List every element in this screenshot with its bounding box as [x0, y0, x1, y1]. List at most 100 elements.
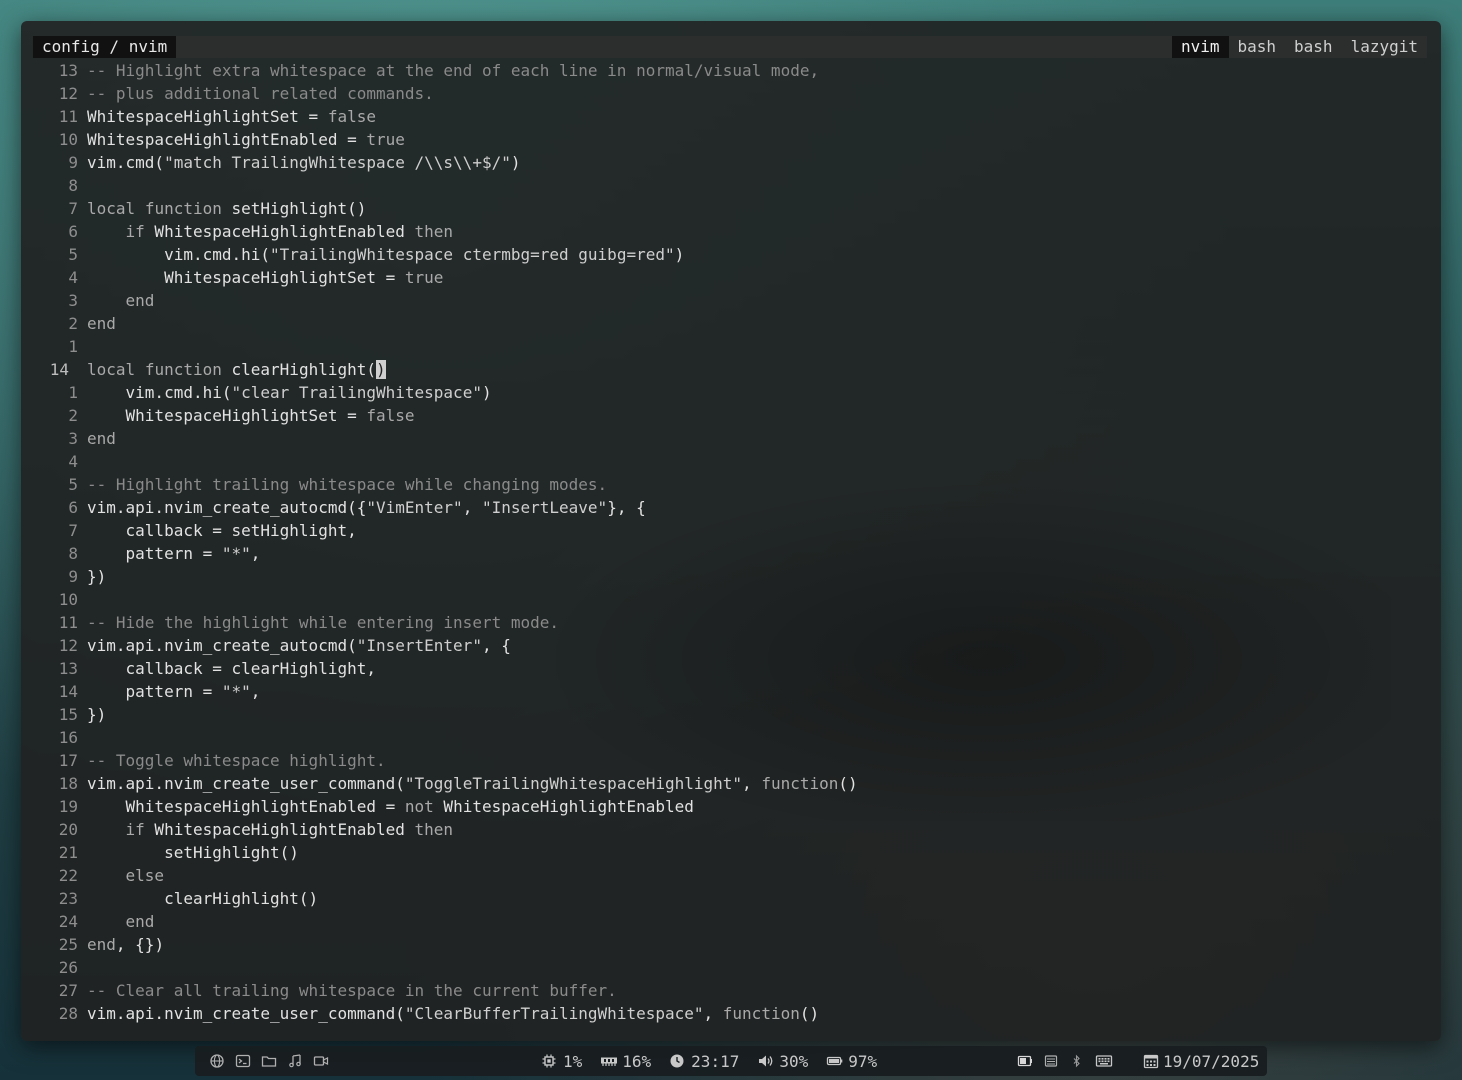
code-line[interactable]: 7 local function setHighlight() — [21, 197, 1441, 220]
code-text: pattern = "*", — [87, 682, 261, 701]
line-number: 7 — [68, 521, 78, 540]
code-line[interactable]: 15}) — [21, 703, 1441, 726]
line-number: 12 — [58, 84, 78, 103]
code-line[interactable]: 2 end — [21, 312, 1441, 335]
code-line[interactable]: 11 -- Hide the highlight while entering i… — [21, 611, 1441, 634]
battery-indicator[interactable]: 97% — [826, 1052, 877, 1071]
code-line[interactable]: 13 callback = clearHighlight, — [21, 657, 1441, 680]
line-number: 9 — [68, 153, 78, 172]
code-text: end — [125, 912, 155, 931]
line-number: 1 — [68, 337, 78, 356]
globe-icon[interactable] — [209, 1053, 225, 1069]
drive-icon[interactable] — [1043, 1053, 1059, 1069]
line-number: 26 — [58, 958, 78, 977]
code-line[interactable]: 25 end, {}) — [21, 933, 1441, 956]
code-text: local function setHighlight() — [87, 199, 367, 218]
code-text: if WhitespaceHighlightEnabled then — [125, 820, 454, 839]
code-text: vim.api.nvim_create_user_command("Toggle… — [87, 774, 858, 793]
code-text: vim.api.nvim_create_autocmd({"VimEnter",… — [87, 498, 646, 517]
line-number: 24 — [58, 912, 78, 931]
code-text: vim.cmd("match TrailingWhitespace /\\s\\… — [87, 153, 521, 172]
volume-indicator[interactable]: 30% — [757, 1052, 808, 1071]
code-line[interactable]: 14 pattern = "*", — [21, 680, 1441, 703]
code-line[interactable]: 10 WhitespaceHighlightEnabled = true — [21, 128, 1441, 151]
code-line[interactable]: 26 — [21, 956, 1441, 979]
line-number: 12 — [58, 636, 78, 655]
code-line[interactable]: 1 — [21, 335, 1441, 358]
tmux-window-tab[interactable]: nvim — [1171, 36, 1229, 58]
code-line[interactable]: 23 clearHighlight() — [21, 887, 1441, 910]
editor-buffer[interactable]: 13 -- Highlight extra whitespace at the e… — [21, 59, 1441, 1025]
code-line[interactable]: 3 end — [21, 289, 1441, 312]
code-line[interactable]: 27 -- Clear all trailing whitespace in th… — [21, 979, 1441, 1002]
code-line[interactable]: 17 -- Toggle whitespace highlight. — [21, 749, 1441, 772]
line-number: 9 — [68, 567, 78, 586]
code-text: vim.api.nvim_create_user_command("ClearB… — [87, 1004, 820, 1023]
code-line[interactable]: 5 vim.cmd.hi("TrailingWhitespace ctermbg… — [21, 243, 1441, 266]
date-display[interactable]: 19/07/2025 — [1143, 1046, 1259, 1076]
keyboard-icon[interactable] — [1095, 1053, 1113, 1069]
code-line[interactable]: 13 -- Highlight extra whitespace at the e… — [21, 59, 1441, 82]
code-line[interactable]: 2 WhitespaceHighlightSet = false — [21, 404, 1441, 427]
battery-tray-icon[interactable] — [1017, 1053, 1033, 1069]
video-icon[interactable] — [313, 1053, 329, 1069]
line-number: 3 — [68, 291, 78, 310]
line-number: 28 — [58, 1004, 78, 1023]
bluetooth-icon[interactable] — [1069, 1053, 1085, 1069]
code-line[interactable]: 9}) — [21, 565, 1441, 588]
terminal-icon[interactable] — [235, 1053, 251, 1069]
line-number: 10 — [58, 130, 78, 149]
code-line[interactable]: 5 -- Highlight trailing whitespace while … — [21, 473, 1441, 496]
line-number: 16 — [58, 728, 78, 747]
code-line[interactable]: 22 else — [21, 864, 1441, 887]
code-text: callback = clearHighlight, — [87, 659, 376, 678]
clock[interactable]: 23:17 — [669, 1052, 739, 1071]
code-line[interactable]: 10 — [21, 588, 1441, 611]
folder-icon[interactable] — [261, 1053, 277, 1069]
line-number: 14 — [49, 360, 69, 379]
code-line[interactable]: 6 vim.api.nvim_create_autocmd({"VimEnter"… — [21, 496, 1441, 519]
memory-indicator[interactable]: 16% — [600, 1052, 651, 1071]
code-text: WhitespaceHighlightEnabled = true — [87, 130, 405, 149]
line-number: 11 — [58, 613, 78, 632]
code-line[interactable]: 4 WhitespaceHighlightSet = true — [21, 266, 1441, 289]
code-line[interactable]: 3 end — [21, 427, 1441, 450]
code-text: WhitespaceHighlightSet = true — [87, 268, 444, 287]
line-number: 19 — [58, 797, 78, 816]
line-number: 3 — [68, 429, 78, 448]
code-line[interactable]: 12 -- plus additional related commands. — [21, 82, 1441, 105]
code-line[interactable]: 16 — [21, 726, 1441, 749]
tmux-window-tab[interactable]: bash — [1229, 36, 1286, 58]
code-line[interactable]: 19 WhitespaceHighlightEnabled = not Whit… — [21, 795, 1441, 818]
code-line[interactable]: 20 if WhitespaceHighlightEnabled then — [21, 818, 1441, 841]
cpu-indicator[interactable]: 1% — [541, 1052, 582, 1071]
tmux-status-bar: config / nvim nvim bash bash lazygit — [33, 36, 1427, 58]
code-text: end, {}) — [87, 935, 165, 954]
code-line[interactable]: 6 if WhitespaceHighlightEnabled then — [21, 220, 1441, 243]
code-line[interactable]: 1 vim.cmd.hi("clear TrailingWhitespace") — [21, 381, 1441, 404]
line-number: 8 — [68, 544, 78, 563]
code-line[interactable]: 8 pattern = "*", — [21, 542, 1441, 565]
code-line[interactable]: 14 local function clearHighlight() — [21, 358, 1441, 381]
line-number: 13 — [58, 659, 78, 678]
code-line[interactable]: 12 vim.api.nvim_create_autocmd("InsertEnt… — [21, 634, 1441, 657]
code-line[interactable]: 7 callback = setHighlight, — [21, 519, 1441, 542]
code-line[interactable]: 28 vim.api.nvim_create_user_command("Clea… — [21, 1002, 1441, 1025]
code-line[interactable]: 18 vim.api.nvim_create_user_command("Togg… — [21, 772, 1441, 795]
code-line[interactable]: 24 end — [21, 910, 1441, 933]
line-number: 15 — [58, 705, 78, 724]
line-number: 4 — [68, 452, 78, 471]
line-number: 6 — [68, 222, 78, 241]
terminal-window[interactable]: config / nvim nvim bash bash lazygit 13 -- H… — [21, 21, 1441, 1041]
music-icon[interactable] — [287, 1053, 303, 1069]
code-line[interactable]: 21 setHighlight() — [21, 841, 1441, 864]
line-number: 8 — [68, 176, 78, 195]
code-line[interactable]: 8 — [21, 174, 1441, 197]
code-text: if WhitespaceHighlightEnabled then — [125, 222, 454, 241]
tmux-window-tab[interactable]: lazygit — [1342, 36, 1427, 58]
clock-time: 23:17 — [691, 1051, 740, 1071]
code-line[interactable]: 4 — [21, 450, 1441, 473]
code-line[interactable]: 9 vim.cmd("match TrailingWhitespace /\\s\… — [21, 151, 1441, 174]
code-line[interactable]: 11 WhitespaceHighlightSet = false — [21, 105, 1441, 128]
tmux-window-tab[interactable]: bash — [1285, 36, 1342, 58]
